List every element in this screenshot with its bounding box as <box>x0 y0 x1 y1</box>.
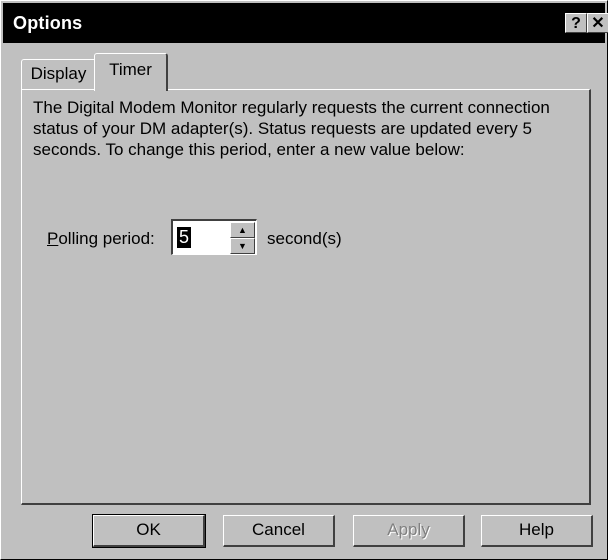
options-dialog: Options ? ✕ Display Timer The Digital Mo… <box>0 0 608 560</box>
polling-period-input[interactable]: 5 <box>177 227 191 248</box>
polling-unit-label: second(s) <box>267 229 342 248</box>
tab-display[interactable]: Display <box>21 59 97 91</box>
help-question-button[interactable]: ? <box>565 13 587 33</box>
spin-down-arrow-icon[interactable]: ▼ <box>230 238 255 254</box>
help-button[interactable]: Help <box>481 515 593 547</box>
apply-button[interactable]: Apply <box>353 515 465 547</box>
spin-up-arrow-icon[interactable]: ▲ <box>230 222 255 238</box>
ok-button[interactable]: OK <box>92 514 206 548</box>
timer-description: The Digital Modem Monitor regularly requ… <box>33 98 550 159</box>
close-button[interactable]: ✕ <box>587 13 608 33</box>
polling-period-spinner[interactable]: 5 ▲ ▼ <box>171 219 257 255</box>
window-title: Options <box>13 13 83 33</box>
cancel-button[interactable]: Cancel <box>223 515 335 547</box>
tab-timer[interactable]: Timer <box>94 53 168 91</box>
polling-period-label: Polling period: <box>47 229 155 249</box>
polling-label-mnemonic: P <box>47 229 59 248</box>
title-bar: Options ? ✕ <box>3 3 608 43</box>
polling-label-text: olling period: <box>58 229 155 248</box>
